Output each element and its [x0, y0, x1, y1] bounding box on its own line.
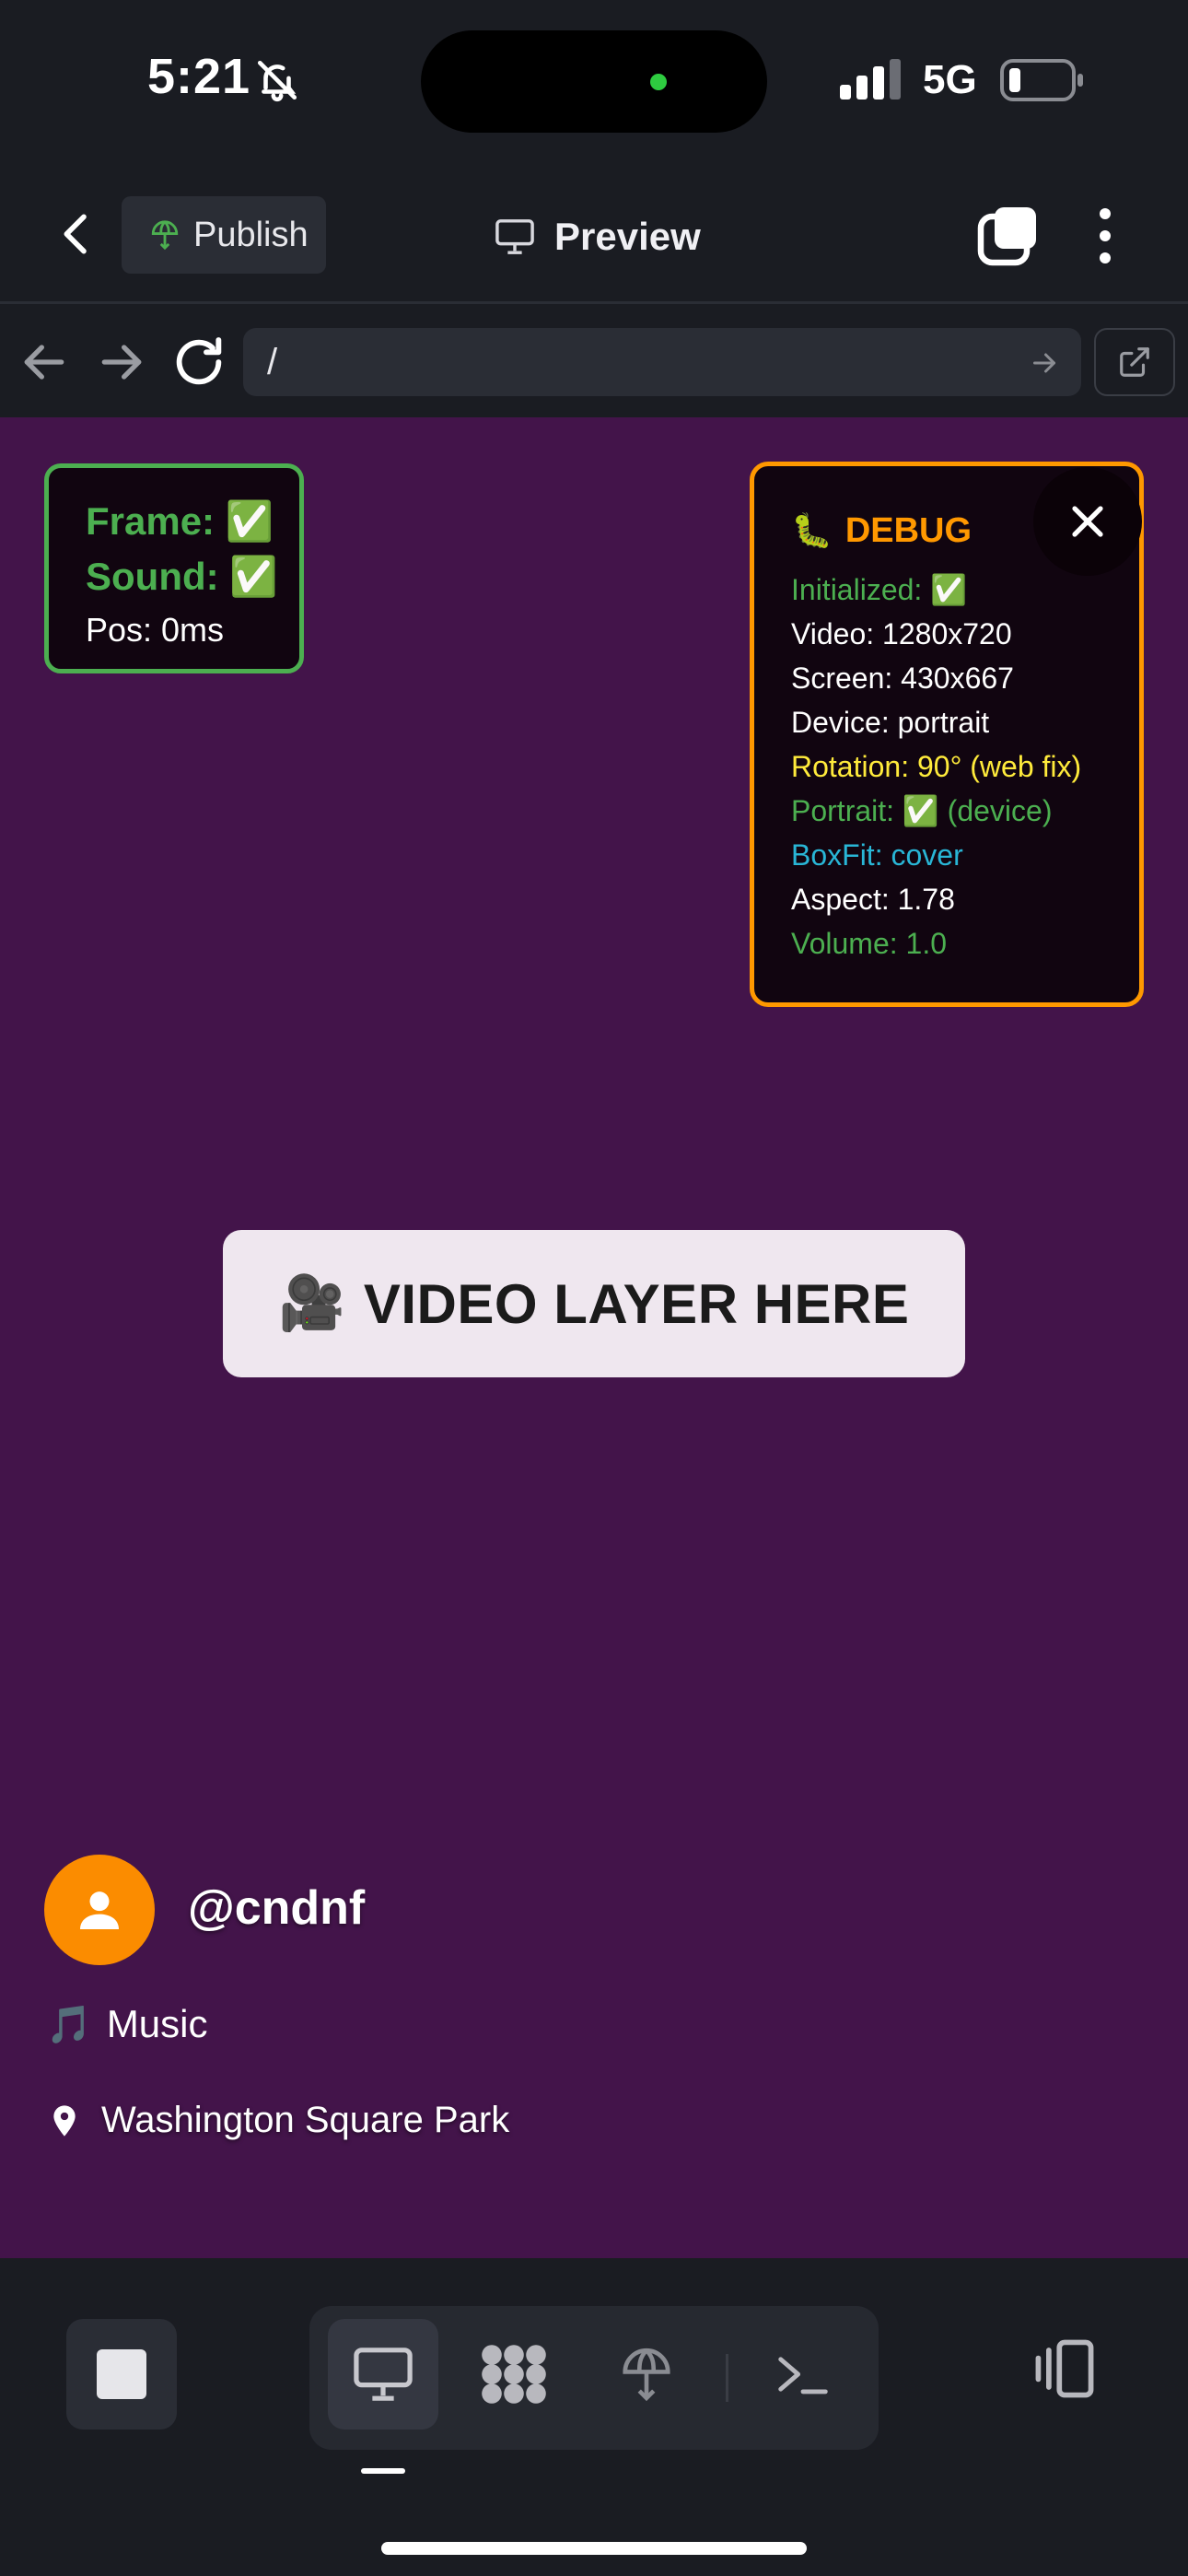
- url-input[interactable]: /: [243, 328, 1081, 396]
- preview-title-label: Preview: [554, 215, 701, 258]
- bug-icon: 🐛: [791, 511, 833, 549]
- monitor-icon: [354, 2348, 413, 2401]
- back-chevron-icon[interactable]: [52, 206, 103, 262]
- debug-video: Video: 1280x720: [791, 617, 1012, 650]
- arrow-right-icon[interactable]: [92, 333, 151, 392]
- app-header: Publish Preview: [0, 166, 1188, 304]
- tool-publish[interactable]: [591, 2319, 702, 2430]
- tool-terminal[interactable]: [748, 2319, 858, 2430]
- url-value: /: [267, 341, 278, 382]
- stop-icon: [97, 2349, 146, 2399]
- video-layer-placeholder: 🎥 VIDEO LAYER HERE: [223, 1230, 965, 1377]
- debug-title-label: DEBUG: [844, 510, 973, 550]
- publish-label: Publish: [193, 215, 309, 254]
- location-pin-icon: [53, 2104, 76, 2137]
- device-toggle-icon[interactable]: [1028, 2332, 1101, 2406]
- debug-boxfit: BoxFit: cover: [791, 838, 963, 872]
- music-label: Music: [106, 2002, 208, 2045]
- bottom-toolbar: [0, 2258, 1188, 2576]
- network-label: 5G: [923, 57, 977, 102]
- tabs-icon[interactable]: [976, 203, 1041, 267]
- close-debug-button[interactable]: [1033, 467, 1142, 576]
- location-label: Washington Square Park: [101, 2100, 510, 2140]
- frame-status: Frame: ✅: [86, 499, 274, 543]
- url-go-icon[interactable]: [1028, 346, 1061, 380]
- page-title: Preview: [494, 205, 701, 269]
- close-icon: [1072, 506, 1103, 537]
- publish-button[interactable]: Publish: [122, 196, 326, 274]
- tool-apps[interactable]: [459, 2319, 569, 2430]
- tool-separator: [726, 2354, 728, 2402]
- signal-icon: [840, 59, 901, 100]
- music-row[interactable]: 🎵 Music: [46, 2002, 208, 2046]
- more-vertical-icon[interactable]: [1089, 201, 1122, 271]
- debug-screen: Screen: 430x667: [791, 662, 1014, 695]
- bell-slash-icon: [257, 60, 297, 102]
- dynamic-island: [421, 30, 767, 133]
- video-layer-label: VIDEO LAYER HERE: [363, 1272, 910, 1335]
- apps-icon: [482, 2345, 546, 2404]
- position-status: Pos: 0ms: [86, 611, 225, 649]
- arrow-left-icon[interactable]: [15, 333, 74, 392]
- tool-preview[interactable]: [328, 2319, 438, 2430]
- battery-icon: [1000, 59, 1083, 101]
- monitor-icon: [495, 219, 534, 254]
- sound-status: Sound: ✅: [86, 555, 278, 598]
- frame-status-panel: Frame: ✅ Sound: ✅ Pos: 0ms: [44, 463, 304, 673]
- avatar[interactable]: [44, 1855, 155, 1965]
- url-bar: /: [0, 307, 1188, 417]
- external-link-button[interactable]: [1094, 328, 1175, 396]
- publish-globe-icon: [151, 220, 179, 251]
- preview-viewport[interactable]: Frame: ✅ Sound: ✅ Pos: 0ms 🐛 DEBUG Initi…: [0, 417, 1188, 2258]
- publish-icon: [623, 2348, 670, 2402]
- external-link-icon: [1120, 347, 1149, 377]
- status-time: 5:21: [147, 49, 251, 104]
- person-icon: [80, 1891, 119, 1929]
- active-tab-indicator: [361, 2468, 405, 2474]
- location-row[interactable]: Washington Square Park: [46, 2100, 509, 2141]
- movie-camera-icon: 🎥: [278, 1273, 345, 1333]
- home-indicator: [381, 2542, 807, 2555]
- debug-volume: Volume: 1.0: [791, 927, 947, 960]
- music-note-icon: 🎵: [46, 2004, 92, 2045]
- tool-group: [309, 2306, 879, 2450]
- stop-button[interactable]: [66, 2319, 177, 2430]
- status-bar: 5:21 5G: [0, 0, 1188, 166]
- reload-icon[interactable]: [169, 333, 228, 392]
- terminal-icon: [778, 2357, 828, 2395]
- debug-device: Device: portrait: [791, 706, 990, 739]
- debug-rotation: Rotation: 90° (web fix): [791, 750, 1082, 783]
- debug-portrait: Portrait: ✅ (device): [791, 794, 1053, 827]
- username[interactable]: @cndnf: [188, 1880, 365, 1936]
- camera-indicator-dot: [650, 74, 667, 90]
- debug-aspect: Aspect: 1.78: [791, 883, 955, 916]
